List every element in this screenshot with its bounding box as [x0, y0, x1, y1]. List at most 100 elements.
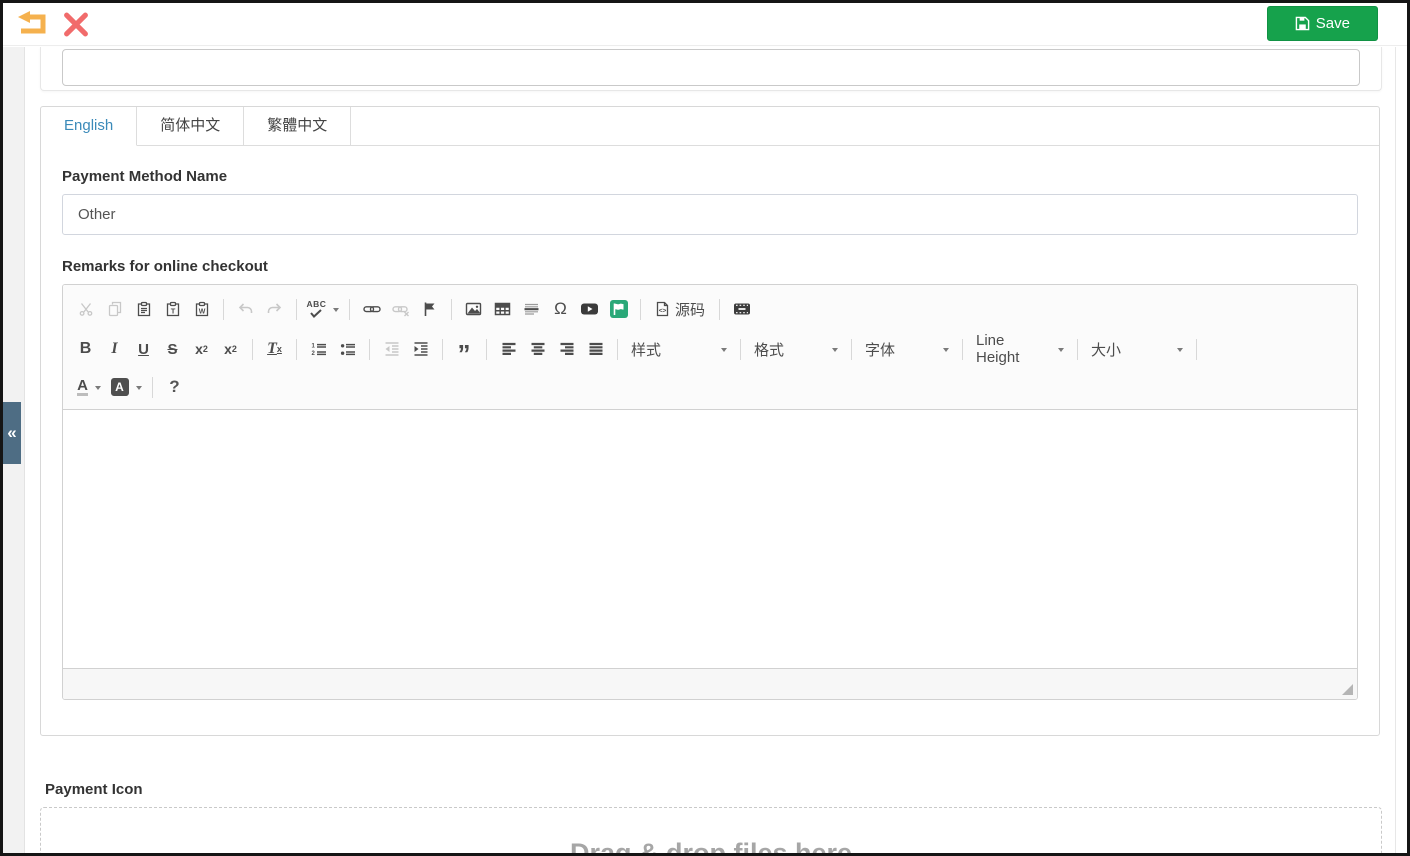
close-button[interactable] [62, 11, 90, 38]
top-text-field[interactable] [62, 49, 1360, 86]
source-code-button[interactable]: <> 源码 [649, 296, 711, 323]
spell-check-icon[interactable]: ABC [305, 296, 341, 323]
horizontal-line-icon[interactable] [518, 296, 545, 323]
unlink-icon[interactable] [387, 296, 414, 323]
align-justify-icon[interactable] [582, 336, 609, 363]
toolbar-separator [451, 299, 452, 320]
rich-text-editor: T W [62, 284, 1358, 700]
strikethrough-button[interactable]: S [159, 336, 186, 363]
tab-strip-filler [351, 107, 1379, 146]
anchor-flag-icon[interactable] [416, 296, 443, 323]
align-center-icon[interactable] [524, 336, 551, 363]
italic-button[interactable]: I [101, 336, 128, 363]
toolbar-separator [369, 339, 370, 360]
resize-grip-icon[interactable] [1342, 684, 1353, 695]
ordered-list-icon[interactable]: 12 [305, 336, 332, 363]
remove-format-button[interactable]: Tx [261, 336, 288, 363]
toolbar-separator [719, 299, 720, 320]
svg-text:1: 1 [311, 344, 315, 350]
language-tabs: English 简体中文 繁體中文 [41, 107, 1379, 146]
toolbar-separator [740, 339, 741, 360]
toolbar-row-2: B I U S x2 x2 Tx 12 [71, 329, 1349, 369]
underline-button[interactable]: U [130, 336, 157, 363]
dropdown-caret-icon [95, 386, 101, 393]
payment-icon-section: Payment Icon Drag & drop files here [40, 781, 1382, 856]
toolbar-separator [296, 339, 297, 360]
paste-from-word-icon[interactable]: W [188, 296, 215, 323]
bold-button[interactable]: B [72, 336, 99, 363]
outdent-icon[interactable] [378, 336, 405, 363]
dropdown-caret-icon [1177, 348, 1183, 355]
paste-text-icon[interactable]: T [159, 296, 186, 323]
subscript-button[interactable]: x2 [188, 336, 215, 363]
align-left-icon[interactable] [495, 336, 522, 363]
payment-icon-dropzone[interactable]: Drag & drop files here [40, 807, 1382, 856]
save-button-label: Save [1316, 15, 1350, 32]
redo-icon[interactable] [261, 296, 288, 323]
toolbar-separator [252, 339, 253, 360]
payment-icon-label: Payment Icon [45, 781, 1382, 798]
superscript-button[interactable]: x2 [217, 336, 244, 363]
text-color-button[interactable]: A [72, 374, 106, 401]
editor-toolbar: T W [63, 285, 1357, 410]
app-window: Save « English 简体中文 繁體中文 Payment Method … [0, 0, 1410, 856]
undo-icon[interactable] [232, 296, 259, 323]
tab-english[interactable]: English [41, 107, 137, 146]
size-dropdown[interactable]: 大小 [1085, 336, 1189, 363]
toolbar-row-1: T W [71, 289, 1349, 329]
youtube-icon[interactable] [576, 296, 603, 323]
svg-text:W: W [198, 309, 205, 316]
paste-icon[interactable] [130, 296, 157, 323]
payment-method-name-input[interactable] [62, 194, 1358, 235]
toolbar-separator [152, 377, 153, 398]
dropdown-caret-icon [1058, 348, 1064, 355]
svg-text:<>: <> [659, 308, 667, 315]
toolbar-separator [296, 299, 297, 320]
svg-text:2: 2 [311, 351, 315, 357]
format-dropdown[interactable]: 格式 [748, 336, 844, 363]
save-button[interactable]: Save [1267, 6, 1378, 41]
close-icon [62, 11, 90, 38]
sidebar-collapse-handle[interactable]: « [3, 402, 21, 464]
align-right-icon[interactable] [553, 336, 580, 363]
payment-method-name-label: Payment Method Name [62, 168, 1358, 185]
dropdown-caret-icon [136, 386, 142, 393]
copy-icon[interactable] [101, 296, 128, 323]
toolbar-separator [640, 299, 641, 320]
insert-image-icon[interactable] [460, 296, 487, 323]
link-icon[interactable] [358, 296, 385, 323]
toolbar-separator [617, 339, 618, 360]
bulleted-list-icon[interactable] [334, 336, 361, 363]
toolbar-separator [486, 339, 487, 360]
font-dropdown[interactable]: 字体 [859, 336, 955, 363]
toolbar-separator [349, 299, 350, 320]
blockquote-button[interactable]: ” [451, 336, 478, 363]
toolbar-separator [962, 339, 963, 360]
dropdown-caret-icon [943, 348, 949, 355]
green-flag-plugin-icon[interactable] [605, 296, 632, 323]
dropdown-caret-icon [721, 348, 727, 355]
media-embed-icon[interactable] [728, 296, 755, 323]
chevron-left-double-icon: « [7, 423, 16, 443]
toolbar-row-3: A A ? [71, 369, 1349, 405]
svg-text:T: T [170, 307, 175, 316]
toolbar-separator [1196, 339, 1197, 360]
cut-icon[interactable] [72, 296, 99, 323]
tab-traditional-chinese[interactable]: 繁體中文 [244, 107, 351, 146]
spell-check-label: ABC [307, 300, 327, 309]
page-right-edge [1395, 47, 1396, 853]
back-button[interactable] [17, 10, 47, 38]
styles-dropdown[interactable]: 样式 [625, 336, 733, 363]
tab-panel-body: Payment Method Name Remarks for online c… [41, 146, 1379, 700]
help-button[interactable]: ? [161, 374, 188, 401]
indent-icon[interactable] [407, 336, 434, 363]
editor-content-area[interactable] [63, 410, 1357, 668]
toolbar-separator [442, 339, 443, 360]
special-character-icon[interactable]: Ω [547, 296, 574, 323]
insert-table-icon[interactable] [489, 296, 516, 323]
background-color-button[interactable]: A [108, 374, 144, 401]
tab-simplified-chinese[interactable]: 简体中文 [137, 107, 244, 146]
toolbar-separator [851, 339, 852, 360]
source-code-label: 源码 [675, 299, 705, 320]
line-height-dropdown[interactable]: Line Height [970, 336, 1070, 363]
